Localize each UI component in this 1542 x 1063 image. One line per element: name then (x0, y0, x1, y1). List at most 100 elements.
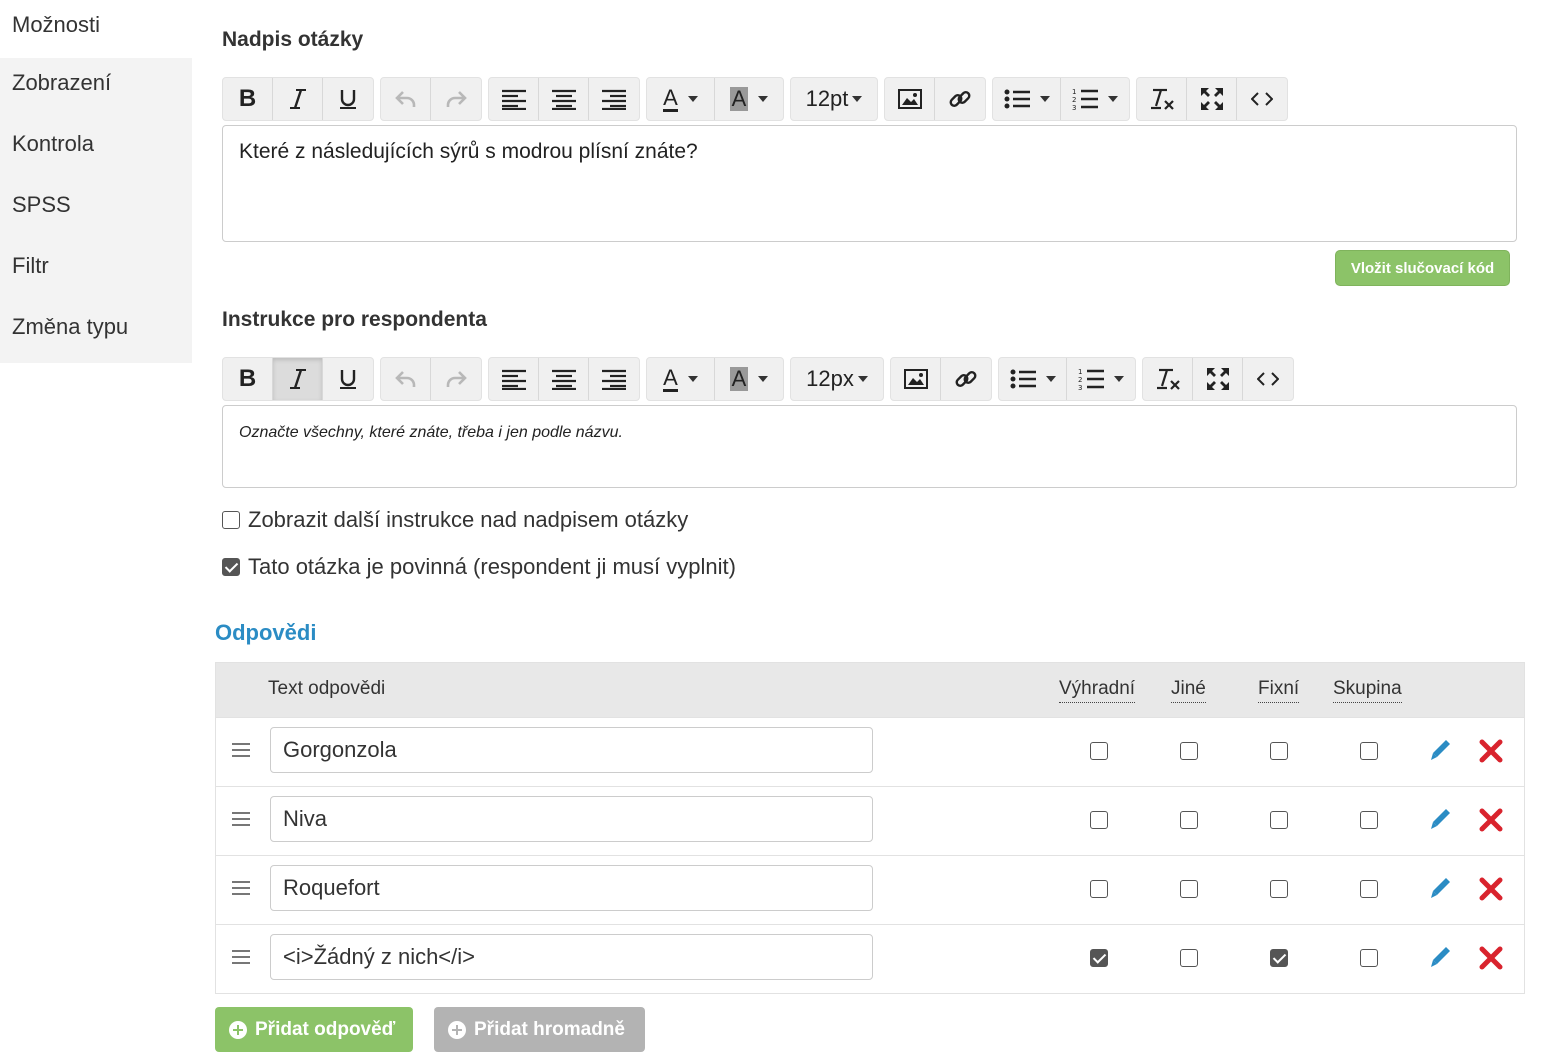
required-checkbox[interactable] (222, 558, 240, 576)
column-exclusive[interactable]: Výhradní (1059, 678, 1136, 703)
font-size-value: 12pt (805, 86, 849, 111)
exclusive-checkbox[interactable] (1090, 742, 1108, 760)
question-text[interactable]: Které z následujících sýrů s modrou plís… (239, 140, 1500, 164)
instructions-text[interactable]: Označte všechny, které znáte, třeba i je… (239, 424, 1500, 442)
image-icon (897, 89, 922, 109)
fixed-checkbox[interactable] (1270, 880, 1288, 898)
bullet-list-button[interactable] (993, 78, 1061, 120)
drag-handle-icon[interactable] (232, 881, 250, 899)
text-color-button[interactable]: A (647, 358, 715, 400)
clear-formatting-button[interactable] (1143, 358, 1193, 400)
edit-pencil-icon[interactable] (1428, 945, 1452, 973)
exclusive-checkbox[interactable] (1090, 880, 1108, 898)
drag-handle-icon[interactable] (232, 743, 250, 761)
text-color-button[interactable]: A (647, 78, 715, 120)
align-left-button[interactable] (489, 78, 539, 120)
align-right-button[interactable] (589, 78, 639, 120)
undo-button[interactable] (381, 358, 431, 400)
question-editor[interactable]: Které z následujících sýrů s modrou plís… (222, 125, 1517, 242)
redo-button[interactable] (431, 78, 481, 120)
numbered-list-button[interactable]: 123 (1067, 358, 1135, 400)
italic-button[interactable] (273, 78, 323, 120)
bulk-add-button[interactable]: Přidat hromadně (434, 1007, 645, 1052)
group-checkbox[interactable] (1360, 880, 1378, 898)
underline-button[interactable] (323, 78, 373, 120)
insert-link-button[interactable] (935, 78, 985, 120)
delete-x-icon[interactable] (1478, 945, 1504, 971)
insert-link-button[interactable] (941, 358, 991, 400)
edit-pencil-icon[interactable] (1428, 876, 1452, 904)
add-answer-button[interactable]: Přidat odpověď (215, 1007, 413, 1052)
edit-pencil-icon[interactable] (1428, 807, 1452, 835)
show-above-checkbox[interactable] (222, 511, 240, 529)
align-right-button[interactable] (589, 358, 639, 400)
source-code-button[interactable] (1243, 358, 1293, 400)
instructions-toolbar: B A A 12px 123 (222, 357, 1300, 403)
group-checkbox[interactable] (1360, 742, 1378, 760)
group-checkbox[interactable] (1360, 949, 1378, 967)
align-center-button[interactable] (539, 358, 589, 400)
column-fixed[interactable]: Fixní (1258, 678, 1300, 703)
answer-text-input[interactable] (270, 865, 873, 911)
sidebar-item-label: Změna typu (12, 314, 129, 339)
sidebar-item-moznosti[interactable]: Možnosti (0, 0, 192, 58)
exclusive-checkbox[interactable] (1090, 811, 1108, 829)
insert-merge-code-button[interactable]: Vložit slučovací kód (1335, 250, 1510, 286)
answer-text-input[interactable] (270, 796, 873, 842)
column-group[interactable]: Skupina (1333, 678, 1402, 703)
italic-button[interactable] (273, 358, 323, 400)
delete-x-icon[interactable] (1478, 738, 1504, 764)
required-label: Tato otázka je povinná (respondent ji mu… (248, 554, 736, 579)
numbered-list-button[interactable]: 123 (1061, 78, 1129, 120)
undo-button[interactable] (381, 78, 431, 120)
sidebar-item-filtr[interactable]: Filtr (0, 241, 192, 302)
sidebar-item-zmena-typu[interactable]: Změna typu (0, 302, 192, 363)
redo-button[interactable] (431, 358, 481, 400)
sidebar-item-kontrola[interactable]: Kontrola (0, 119, 192, 180)
insert-image-button[interactable] (885, 78, 935, 120)
fixed-checkbox[interactable] (1270, 811, 1288, 829)
fixed-checkbox[interactable] (1270, 949, 1288, 967)
other-checkbox[interactable] (1180, 811, 1198, 829)
clear-formatting-icon (1150, 88, 1174, 110)
instructions-editor[interactable]: Označte všechny, které znáte, třeba i je… (222, 405, 1517, 488)
required-option[interactable]: Tato otázka je povinná (respondent ji mu… (222, 554, 736, 580)
fullscreen-button[interactable] (1193, 358, 1243, 400)
column-other[interactable]: Jiné (1171, 678, 1206, 703)
sidebar-item-spss[interactable]: SPSS (0, 180, 192, 241)
align-center-button[interactable] (539, 78, 589, 120)
group-checkbox[interactable] (1360, 811, 1378, 829)
align-left-button[interactable] (489, 358, 539, 400)
answer-text-input[interactable] (270, 934, 873, 980)
clear-formatting-button[interactable] (1137, 78, 1187, 120)
font-size-select[interactable]: 12pt (791, 78, 877, 120)
bold-button[interactable]: B (223, 358, 273, 400)
background-color-button[interactable]: A (715, 358, 783, 400)
answer-text-input[interactable] (270, 727, 873, 773)
edit-pencil-icon[interactable] (1428, 738, 1452, 766)
plus-icon (229, 1020, 247, 1039)
other-checkbox[interactable] (1180, 742, 1198, 760)
insert-image-button[interactable] (891, 358, 941, 400)
other-checkbox[interactable] (1180, 949, 1198, 967)
background-color-button[interactable]: A (715, 78, 783, 120)
font-size-select[interactable]: 12px (791, 358, 883, 400)
show-above-option[interactable]: Zobrazit další instrukce nad nadpisem ot… (222, 507, 688, 533)
other-checkbox[interactable] (1180, 880, 1198, 898)
underline-button[interactable] (323, 358, 373, 400)
sidebar-item-zobrazeni[interactable]: Zobrazení (0, 58, 192, 119)
table-row (216, 786, 1524, 855)
sidebar-item-label: Možnosti (12, 12, 101, 37)
delete-x-icon[interactable] (1478, 876, 1504, 902)
fullscreen-button[interactable] (1187, 78, 1237, 120)
bullet-list-button[interactable] (999, 358, 1067, 400)
drag-handle-icon[interactable] (232, 812, 250, 830)
exclusive-checkbox[interactable] (1090, 949, 1108, 967)
source-code-button[interactable] (1237, 78, 1287, 120)
delete-x-icon[interactable] (1478, 807, 1504, 833)
bold-button[interactable]: B (223, 78, 273, 120)
drag-handle-icon[interactable] (232, 950, 250, 968)
numbered-list-icon: 123 (1072, 88, 1098, 111)
fixed-checkbox[interactable] (1270, 742, 1288, 760)
align-center-icon (551, 369, 576, 390)
